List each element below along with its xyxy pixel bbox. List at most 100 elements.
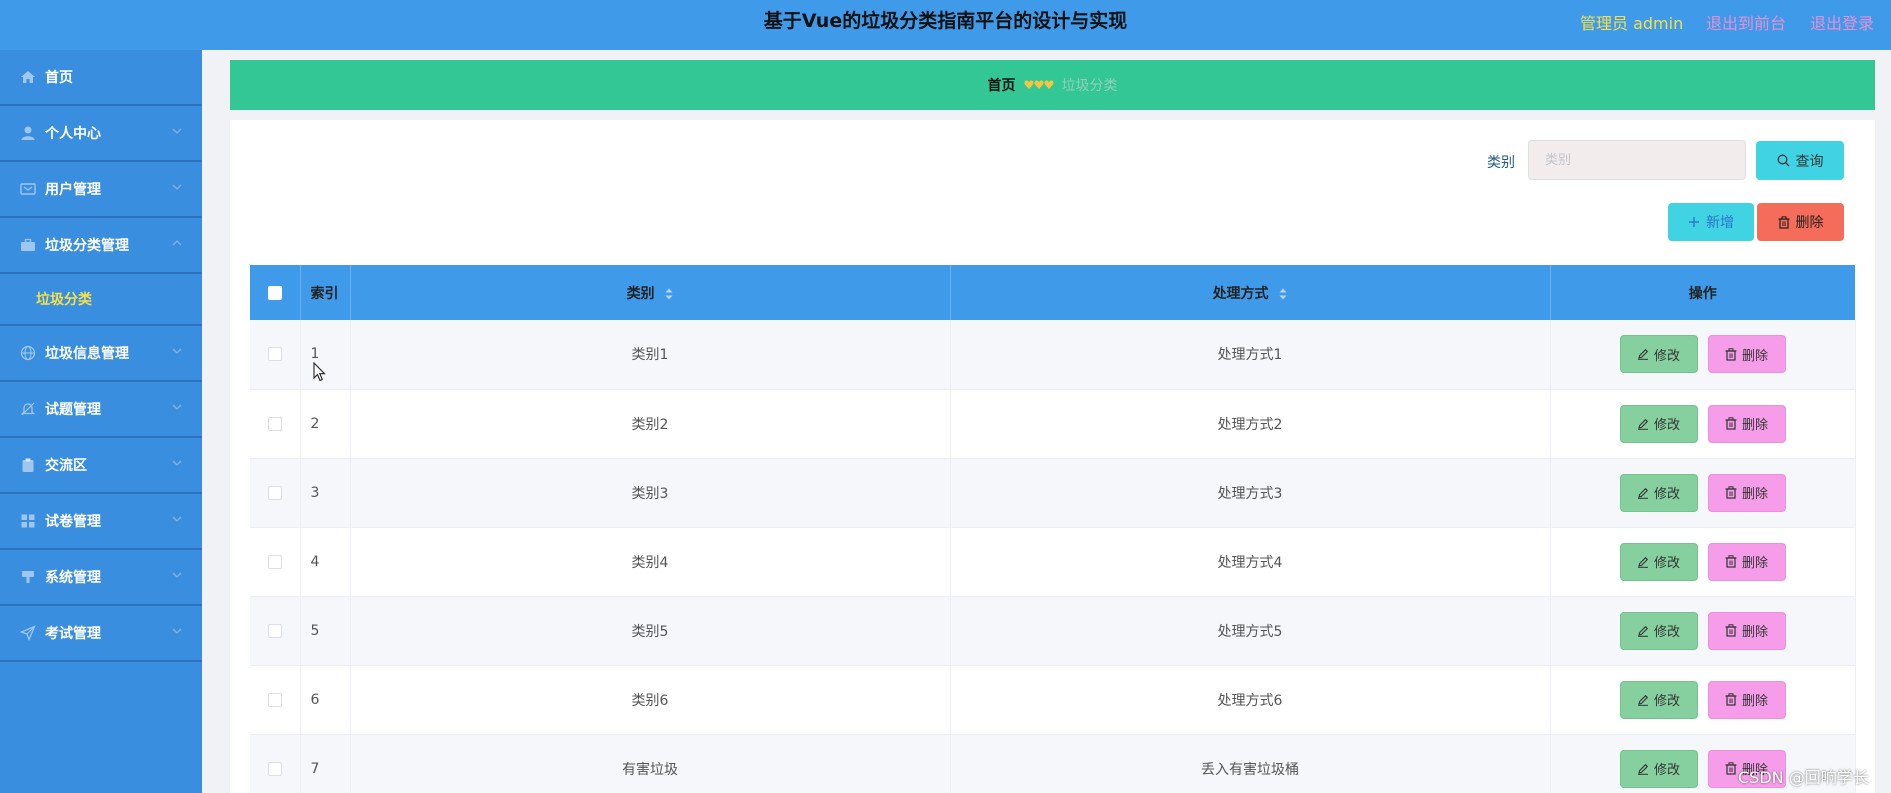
chevron-up-icon xyxy=(172,240,182,246)
chevron-down-icon xyxy=(172,404,182,410)
query-button[interactable]: 查询 xyxy=(1756,141,1844,180)
delete-button[interactable]: 删除 xyxy=(1707,473,1786,512)
batch-delete-button[interactable]: 删除 xyxy=(1757,203,1844,241)
row-select-cell xyxy=(250,734,301,793)
sidebar-item-label: 垃圾信息管理 xyxy=(45,346,129,362)
mouse-cursor-icon xyxy=(313,362,326,382)
clipboard-icon xyxy=(20,457,36,473)
search-label: 类别 xyxy=(1487,155,1515,171)
trash-icon xyxy=(1778,215,1789,229)
edit-button[interactable]: 修改 xyxy=(1619,404,1698,443)
row-method: 处理方式6 xyxy=(950,665,1551,735)
edit-button[interactable]: 修改 xyxy=(1619,335,1698,374)
home-icon xyxy=(20,69,36,85)
sidebar-item-personal-center[interactable]: 个人中心 xyxy=(0,106,202,162)
edit-icon xyxy=(1637,763,1649,775)
sidebar-subitem-garbage-category[interactable]: 垃圾分类 xyxy=(0,274,202,326)
edit-button[interactable]: 修改 xyxy=(1619,542,1698,581)
back-to-frontend-link[interactable]: 退出到前台 xyxy=(1706,10,1786,34)
sidebar-item-label: 首页 xyxy=(45,70,73,86)
edit-button-label: 修改 xyxy=(1653,763,1680,778)
edit-icon xyxy=(1637,349,1649,361)
trash-icon xyxy=(1725,486,1737,499)
bell-icon xyxy=(20,401,36,417)
trash-icon xyxy=(1725,417,1737,430)
row-category: 类别4 xyxy=(350,527,951,597)
breadcrumb-home[interactable]: 首页 xyxy=(988,75,1016,95)
row-actions: 修改 删除 xyxy=(1550,320,1856,390)
id-card-icon xyxy=(20,181,36,197)
table-row: 1 类别1 处理方式1 修改 删除 xyxy=(250,320,1856,390)
sidebar-item-system-management[interactable]: 系统管理 xyxy=(0,550,202,606)
sidebar-item-exam-paper-management[interactable]: 试卷管理 xyxy=(0,494,202,550)
sort-icon[interactable] xyxy=(1279,288,1287,300)
row-index: 7 xyxy=(300,734,351,793)
sidebar-item-question-management[interactable]: 试题管理 xyxy=(0,382,202,438)
header-category-label: 类别 xyxy=(626,285,655,302)
delete-button-label: 删除 xyxy=(1741,694,1768,709)
sidebar-item-label: 垃圾分类管理 xyxy=(45,238,129,254)
header-method[interactable]: 处理方式 xyxy=(950,265,1551,320)
delete-button-label: 删除 xyxy=(1741,556,1768,571)
trash-icon xyxy=(1725,555,1737,568)
sidebar-item-label: 试卷管理 xyxy=(45,514,101,530)
row-method: 处理方式5 xyxy=(950,596,1551,666)
breadcrumb: 首页 垃圾分类 xyxy=(230,60,1875,110)
search-input[interactable] xyxy=(1528,140,1746,180)
edit-button[interactable]: 修改 xyxy=(1619,749,1698,788)
row-method: 丢入有害垃圾桶 xyxy=(950,734,1551,793)
delete-button[interactable]: 删除 xyxy=(1707,542,1786,581)
table-row: 4 类别4 处理方式4 修改 删除 xyxy=(250,527,1856,597)
row-checkbox[interactable] xyxy=(267,554,282,569)
row-checkbox[interactable] xyxy=(267,347,282,362)
hearts-separator-icon xyxy=(1023,79,1054,91)
row-category: 类别5 xyxy=(350,596,951,666)
row-checkbox[interactable] xyxy=(267,416,282,431)
row-method: 处理方式4 xyxy=(950,527,1551,597)
sidebar-item-exam-management[interactable]: 考试管理 xyxy=(0,606,202,662)
header-index: 索引 xyxy=(300,265,351,320)
row-index: 5 xyxy=(300,596,351,666)
edit-button-label: 修改 xyxy=(1653,418,1680,433)
top-bar: 基于Vue的垃圾分类指南平台的设计与实现 管理员 admin 退出到前台 退出登… xyxy=(0,0,1891,50)
edit-icon xyxy=(1637,556,1649,568)
data-table: 索引 类别 处理方式 操作 1 类别1 处理方式1 修改 删除 2 类别2 处理方式2 修改 删除… xyxy=(250,265,1856,793)
sidebar-item-garbage-info-management[interactable]: 垃圾信息管理 xyxy=(0,326,202,382)
select-all-checkbox[interactable] xyxy=(267,285,282,300)
row-checkbox[interactable] xyxy=(267,692,282,707)
sidebar-item-label: 考试管理 xyxy=(45,626,101,642)
delete-button[interactable]: 删除 xyxy=(1707,335,1786,374)
sidebar-item-user-management[interactable]: 用户管理 xyxy=(0,162,202,218)
query-button-label: 查询 xyxy=(1795,153,1824,170)
add-button-label: 新增 xyxy=(1706,215,1734,231)
delete-button-label: 删除 xyxy=(1741,625,1768,640)
header-method-label: 处理方式 xyxy=(1212,285,1269,302)
select-all-cell xyxy=(250,265,301,320)
row-select-cell xyxy=(250,458,301,528)
logout-link[interactable]: 退出登录 xyxy=(1810,10,1874,34)
row-checkbox[interactable] xyxy=(267,485,282,500)
edit-button[interactable]: 修改 xyxy=(1619,680,1698,719)
row-actions: 修改 删除 xyxy=(1550,389,1856,459)
batch-delete-button-label: 删除 xyxy=(1795,215,1824,231)
delete-button[interactable]: 删除 xyxy=(1707,404,1786,443)
chevron-down-icon xyxy=(172,516,182,522)
chevron-down-icon xyxy=(172,628,182,634)
search-icon xyxy=(1777,154,1789,167)
delete-button[interactable]: 删除 xyxy=(1707,680,1786,719)
delete-button-label: 删除 xyxy=(1741,487,1768,502)
add-button[interactable]: 新增 xyxy=(1668,203,1754,241)
delete-button[interactable]: 删除 xyxy=(1707,611,1786,650)
row-checkbox[interactable] xyxy=(267,623,282,638)
sort-icon[interactable] xyxy=(665,288,673,300)
sidebar-item-label: 交流区 xyxy=(45,458,87,474)
edit-button[interactable]: 修改 xyxy=(1619,473,1698,512)
sidebar-item-forum[interactable]: 交流区 xyxy=(0,438,202,494)
row-category: 类别6 xyxy=(350,665,951,735)
header-category[interactable]: 类别 xyxy=(350,265,951,320)
row-actions: 修改 删除 xyxy=(1550,596,1856,666)
sidebar-item-home[interactable]: 首页 xyxy=(0,50,202,106)
edit-button[interactable]: 修改 xyxy=(1619,611,1698,650)
row-checkbox[interactable] xyxy=(267,761,282,776)
sidebar-item-garbage-category-management[interactable]: 垃圾分类管理 xyxy=(0,218,202,274)
